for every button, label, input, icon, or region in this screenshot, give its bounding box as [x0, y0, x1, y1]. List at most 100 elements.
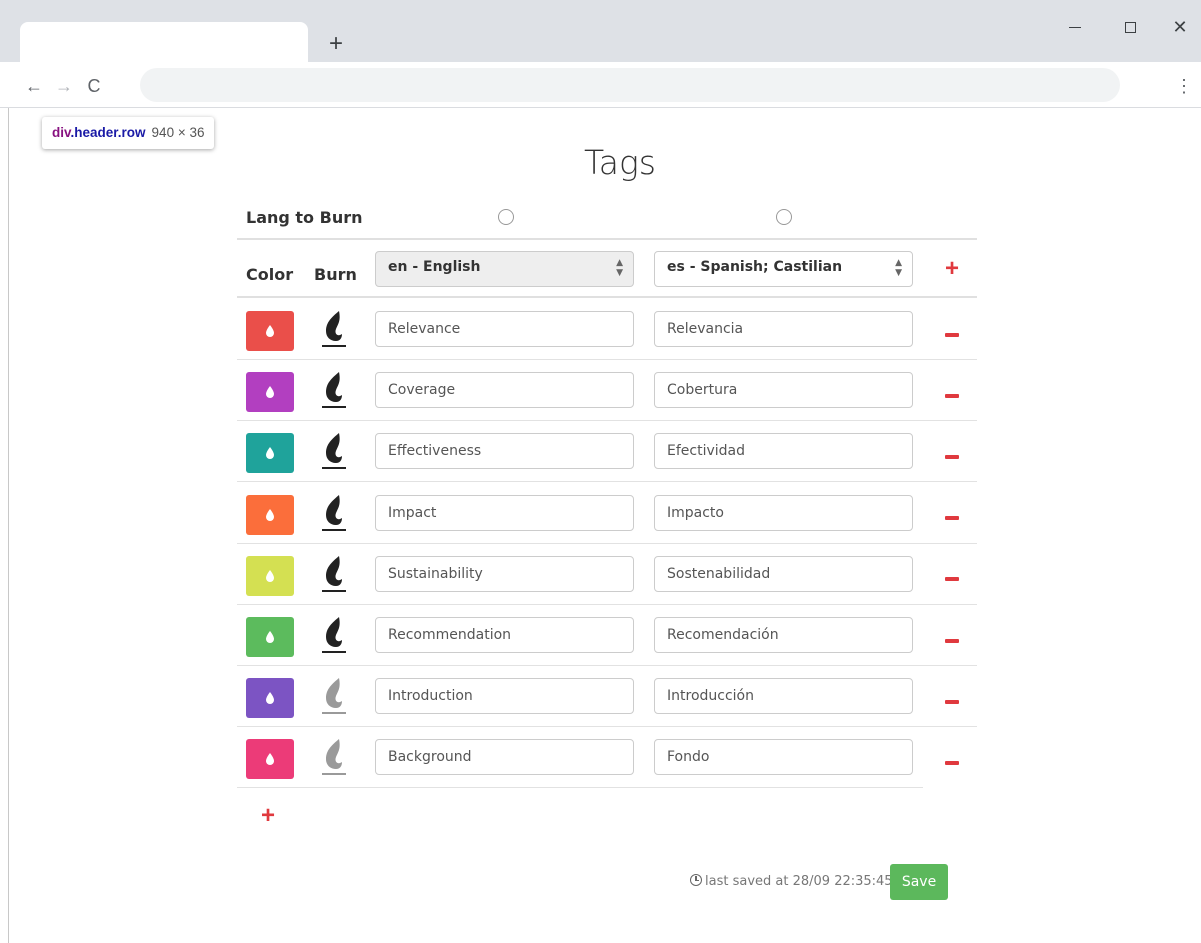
tag-name-input-es[interactable] [654, 678, 913, 715]
page-title: Tags [584, 143, 656, 182]
tag-color-button[interactable] [246, 311, 294, 351]
droplet-icon [266, 753, 274, 766]
tag-color-button[interactable] [246, 555, 294, 596]
tag-name-input-es[interactable] [654, 372, 913, 409]
remove-tag-button[interactable] [937, 619, 967, 649]
flame-icon [322, 555, 346, 592]
tag-name-input-es[interactable] [654, 555, 913, 592]
browser-tab[interactable] [20, 22, 308, 62]
tag-row [237, 605, 977, 666]
minus-icon [945, 577, 959, 582]
burn-toggle-button[interactable] [317, 613, 351, 659]
remove-tag-button[interactable] [937, 741, 967, 771]
tag-name-input-en[interactable] [375, 494, 634, 531]
burn-lang-radio-en[interactable] [498, 209, 514, 225]
tag-color-button[interactable] [246, 494, 294, 535]
add-language-button[interactable]: + [941, 257, 963, 281]
add-tag-button[interactable]: + [256, 804, 280, 828]
tag-name-input-es[interactable] [654, 494, 913, 531]
droplet-icon [266, 447, 274, 460]
color-column-header: Color [246, 265, 294, 284]
burn-toggle-button[interactable] [317, 307, 351, 353]
remove-tag-button[interactable] [937, 374, 967, 404]
language-select-es[interactable]: es - Spanish; Castilian ▲ ▼ [654, 251, 913, 287]
lang-to-burn-row: Lang to Burn [237, 199, 977, 240]
minus-icon [945, 516, 959, 521]
droplet-icon [266, 325, 274, 337]
language-select-es-value: es - Spanish; Castilian [667, 259, 843, 275]
flame-icon [322, 739, 346, 776]
burn-toggle-button[interactable] [317, 735, 351, 781]
tag-color-button[interactable] [246, 617, 294, 657]
row-divider [237, 787, 923, 789]
tag-name-input-en[interactable] [375, 311, 634, 347]
tag-row [237, 299, 977, 360]
minus-icon [945, 638, 959, 643]
tag-color-button[interactable] [246, 739, 294, 780]
tag-row [237, 666, 977, 728]
last-saved-status: last saved at 28/09 22:35:45 [690, 874, 893, 889]
back-button[interactable]: ← [20, 72, 48, 100]
tag-name-input-en[interactable] [375, 617, 634, 653]
close-window-button[interactable]: ✕ [1160, 12, 1200, 42]
minimize-icon [1069, 26, 1081, 28]
minus-icon [945, 332, 959, 337]
tag-name-input-en[interactable] [375, 372, 634, 409]
tag-color-button[interactable] [246, 678, 294, 719]
tag-name-input-en[interactable] [375, 739, 634, 776]
flame-icon [322, 617, 346, 653]
clock-icon [690, 874, 702, 886]
minimize-button[interactable] [1055, 12, 1095, 42]
burn-column-header: Burn [314, 265, 357, 284]
burn-lang-radio-es[interactable] [776, 209, 792, 225]
flame-icon [322, 372, 346, 409]
select-arrows-icon: ▲ ▼ [895, 258, 902, 278]
droplet-icon [266, 631, 274, 643]
remove-tag-button[interactable] [937, 435, 967, 465]
burn-toggle-button[interactable] [317, 491, 351, 537]
droplet-icon [266, 508, 274, 521]
devtools-class-name: .header.row [70, 125, 146, 140]
tag-row [237, 727, 977, 789]
browser-toolbar: ← → C ⋮ [0, 62, 1201, 108]
tag-name-input-es[interactable] [654, 739, 913, 776]
select-arrows-icon: ▲ ▼ [616, 258, 623, 278]
remove-tag-button[interactable] [937, 313, 967, 343]
language-select-en[interactable]: en - English ▲ ▼ [375, 251, 634, 287]
devtools-dimensions: 940 × 36 [151, 125, 205, 140]
burn-toggle-button[interactable] [317, 552, 351, 598]
tag-color-button[interactable] [246, 433, 294, 474]
new-tab-button[interactable]: + [320, 28, 352, 60]
tag-name-input-es[interactable] [654, 433, 913, 470]
burn-toggle-button[interactable] [317, 674, 351, 720]
flame-icon [322, 311, 346, 347]
droplet-icon [266, 569, 274, 582]
remove-tag-button[interactable] [937, 497, 967, 527]
remove-tag-button[interactable] [937, 558, 967, 588]
browser-menu-button[interactable]: ⋮ [1170, 72, 1198, 100]
last-saved-text: last saved at 28/09 22:35:45 [705, 874, 893, 889]
tag-name-input-es[interactable] [654, 617, 913, 653]
tag-row [237, 544, 977, 605]
minus-icon [945, 699, 959, 704]
page-edge-divider [8, 108, 9, 943]
header-row: Color Burn en - English ▲ ▼ es - Spanish;… [237, 241, 977, 298]
address-bar[interactable] [140, 68, 1120, 102]
forward-button[interactable]: → [50, 72, 78, 100]
tag-name-input-en[interactable] [375, 555, 634, 592]
flame-icon [322, 678, 346, 715]
tag-row [237, 421, 977, 483]
tag-name-input-es[interactable] [654, 311, 913, 347]
save-button[interactable]: Save [890, 864, 948, 900]
minus-icon [945, 454, 959, 459]
tag-name-input-en[interactable] [375, 678, 634, 715]
remove-tag-button[interactable] [937, 680, 967, 710]
browser-tabstrip: + ✕ [0, 0, 1201, 62]
devtools-element-tooltip: div.header.row 940 × 36 [42, 117, 215, 149]
burn-toggle-button[interactable] [317, 368, 351, 414]
maximize-button[interactable] [1110, 12, 1150, 42]
burn-toggle-button[interactable] [317, 429, 351, 475]
tag-name-input-en[interactable] [375, 433, 634, 470]
reload-button[interactable]: C [80, 72, 108, 100]
tag-color-button[interactable] [246, 372, 294, 413]
